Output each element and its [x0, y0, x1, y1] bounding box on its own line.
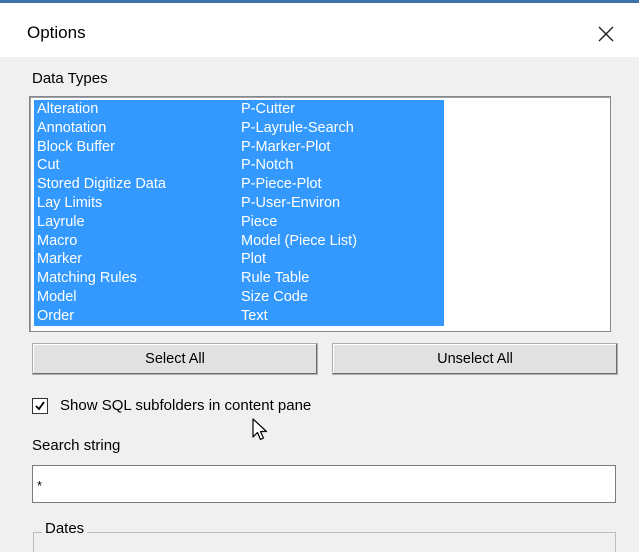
data-type-item[interactable]: Piece	[234, 213, 444, 232]
data-type-item[interactable]: P-Layrule-Search	[234, 119, 444, 138]
data-type-item[interactable]: Marker	[34, 250, 234, 269]
title-bar: Options	[0, 3, 639, 57]
data-type-item[interactable]: Block Buffer	[34, 138, 234, 157]
show-sql-subfolders-label[interactable]: Show SQL subfolders in content pane	[60, 397, 311, 414]
data-type-item[interactable]: Model (Piece List)	[234, 232, 444, 251]
unselect-all-button[interactable]: Unselect All	[332, 343, 618, 375]
dates-group-label: Dates	[42, 520, 88, 537]
data-type-item[interactable]: Cut	[34, 156, 234, 175]
search-string-label: Search string	[32, 437, 121, 454]
mouse-pointer-icon	[252, 418, 268, 441]
data-types-listbox[interactable]: Alteration Annotation Block Buffer Cut Store…	[29, 96, 611, 332]
data-type-item[interactable]: Size Code	[234, 288, 444, 307]
listbox-column-1: Alteration Annotation Block Buffer Cut Store…	[34, 100, 234, 326]
data-type-item[interactable]: Rule Table	[234, 269, 444, 288]
dates-groupbox	[33, 532, 616, 552]
data-type-item[interactable]: P-Piece-Plot	[234, 175, 444, 194]
close-icon	[598, 26, 614, 42]
data-type-item[interactable]: Alteration	[34, 100, 234, 119]
data-types-label: Data Types	[32, 70, 108, 87]
data-type-item[interactable]: Order	[34, 307, 234, 326]
checkmark-icon	[35, 401, 45, 411]
data-type-item[interactable]: P-User-Environ	[234, 194, 444, 213]
data-type-item[interactable]: Text	[234, 307, 444, 326]
search-string-input[interactable]	[32, 465, 616, 503]
show-sql-subfolders-checkbox[interactable]	[32, 398, 48, 414]
data-type-item[interactable]: P-Marker-Plot	[234, 138, 444, 157]
data-type-item[interactable]: Model	[34, 288, 234, 307]
data-type-item[interactable]: Layrule	[34, 213, 234, 232]
data-type-item[interactable]: P-Cutter	[234, 100, 444, 119]
close-button[interactable]	[588, 17, 624, 51]
data-type-item[interactable]: Stored Digitize Data	[34, 175, 234, 194]
dialog-title: Options	[27, 23, 86, 42]
data-type-item[interactable]: Annotation	[34, 119, 234, 138]
data-type-item[interactable]: Matching Rules	[34, 269, 234, 288]
select-all-button[interactable]: Select All	[32, 343, 318, 375]
data-type-item[interactable]: Lay Limits	[34, 194, 234, 213]
data-type-item[interactable]: P-Notch	[234, 156, 444, 175]
data-type-item[interactable]: Macro	[34, 232, 234, 251]
listbox-column-2: P-Cutter P-Layrule-Search P-Marker-Plot P-N…	[234, 100, 444, 326]
data-type-item[interactable]: Plot	[234, 250, 444, 269]
